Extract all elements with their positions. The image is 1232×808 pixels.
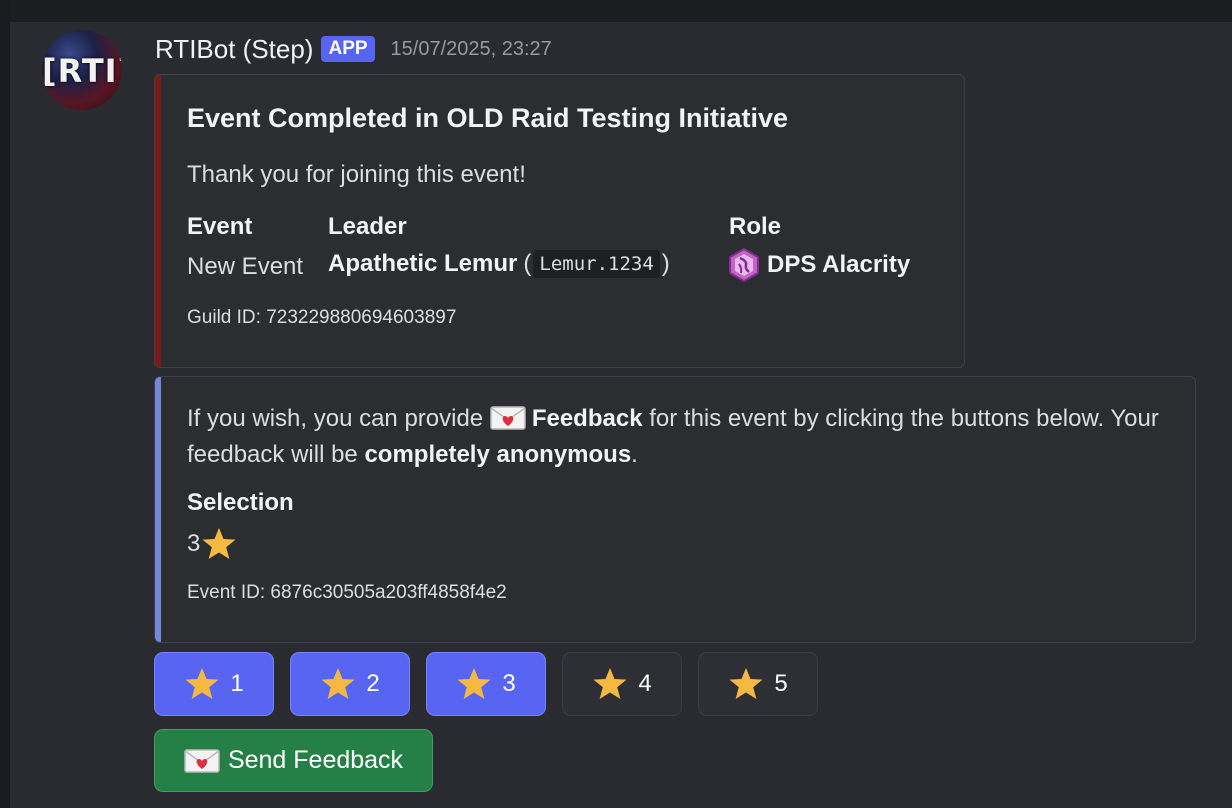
star-icon [457, 668, 491, 699]
embed-accent-bar [155, 377, 161, 642]
rating-button-label: 5 [774, 670, 788, 697]
selection-field-name: Selection [187, 489, 294, 516]
rating-button-label: 4 [638, 670, 652, 697]
leader-name: Apathetic Lemur [328, 250, 518, 277]
send-feedback-button[interactable]: Send Feedback [154, 729, 433, 792]
desc-text-end: . [631, 441, 638, 468]
event-id-footer: Event ID: 6876c30505a203ff4858f4e2 [187, 582, 507, 603]
role-label: DPS Alacrity [767, 251, 911, 278]
rating-button-3[interactable]: 3 [426, 652, 546, 716]
leader-open-paren: ( [523, 250, 532, 277]
message-header: RTIBot (Step) APP 15/07/2025, 23:27 [155, 32, 552, 66]
feedback-description: If you wish, you can provide Feedback fo… [187, 401, 1167, 473]
avatar-label: [RTI] [42, 52, 122, 90]
send-feedback-label: Send Feedback [227, 746, 404, 774]
rating-button-5[interactable]: 5 [698, 652, 818, 716]
embed-title: Event Completed in OLD Raid Testing Init… [187, 103, 789, 133]
desc-bold-anonymous: completely anonymous [364, 441, 632, 468]
field-role-value: DPS Alacrity [729, 248, 910, 282]
left-rail [0, 0, 10, 808]
love-letter-icon [490, 406, 526, 430]
message-timestamp[interactable]: 15/07/2025, 23:27 [391, 38, 552, 61]
embed-description: Thank you for joining this event! [187, 161, 526, 188]
selection-number: 3 [187, 530, 201, 557]
feedback-embed: If you wish, you can provide Feedback fo… [154, 376, 1196, 643]
star-icon [202, 528, 236, 559]
rating-button-label: 2 [366, 670, 380, 697]
star-icon [321, 668, 355, 699]
rating-button-2[interactable]: 2 [290, 652, 410, 716]
avatar[interactable]: [RTI] [42, 30, 122, 110]
guild-id-footer: Guild ID: 723229880694603897 [187, 307, 457, 328]
star-icon [729, 668, 763, 699]
rating-button-row: 1 2 3 4 5 [154, 652, 818, 716]
embed-accent-bar [155, 75, 161, 367]
event-completed-embed: Event Completed in OLD Raid Testing Init… [154, 74, 965, 368]
rating-button-1[interactable]: 1 [154, 652, 274, 716]
window-top-strip [0, 0, 1232, 22]
rating-button-4[interactable]: 4 [562, 652, 682, 716]
selection-field-value: 3 [187, 527, 237, 561]
desc-text-1: If you wish, you can provide [187, 405, 484, 432]
field-leader-name: Leader [328, 213, 407, 240]
field-event-value: New Event [187, 253, 304, 280]
app-badge: APP [321, 36, 375, 62]
star-icon [185, 668, 219, 699]
rating-button-label: 1 [230, 670, 244, 697]
field-leader-value: Apathetic Lemur ( Lemur.1234 ) [328, 250, 670, 278]
alacrity-role-icon [729, 248, 759, 282]
field-role-name: Role [729, 213, 782, 240]
desc-bold-feedback: Feedback [531, 405, 643, 432]
rating-button-label: 3 [502, 670, 516, 697]
leader-close-paren: ) [661, 250, 670, 277]
star-icon [593, 668, 627, 699]
leader-account-code: Lemur.1234 [533, 250, 660, 278]
love-letter-icon [184, 748, 220, 773]
field-event-name: Event [187, 213, 253, 240]
author-name[interactable]: RTIBot (Step) [155, 34, 313, 65]
